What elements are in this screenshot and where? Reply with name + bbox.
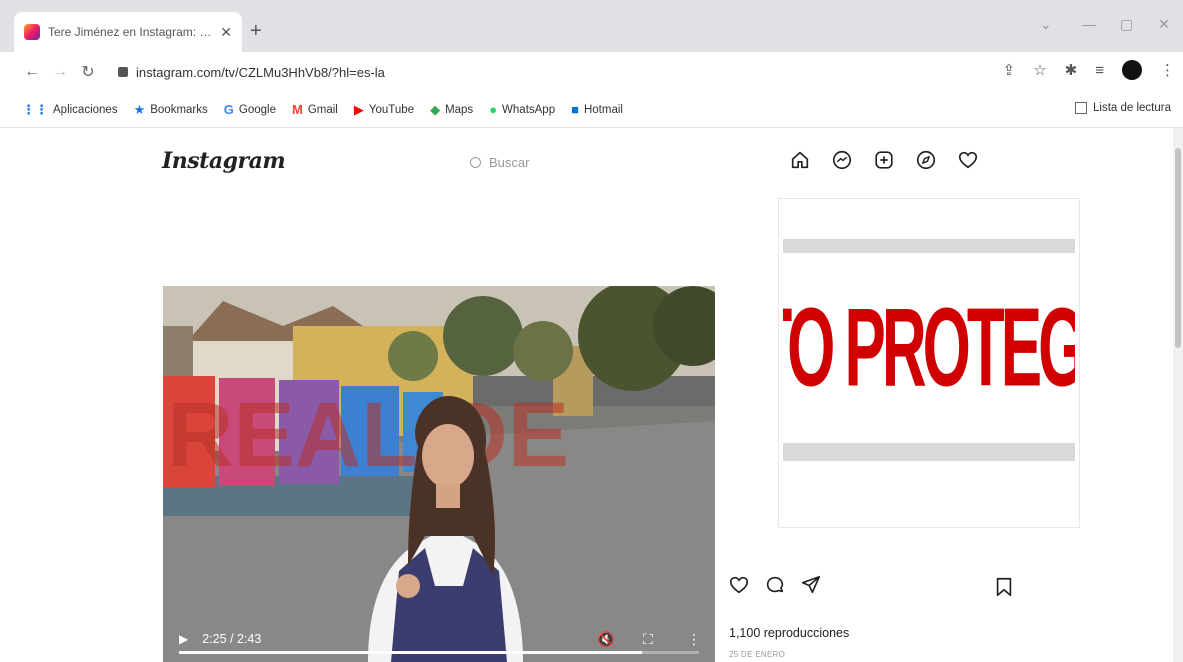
- url-text: instagram.com/tv/CZLMu3HhVb8/?hl=es-la: [136, 64, 385, 80]
- bookmark-label: WhatsApp: [502, 103, 556, 116]
- post-actions: [728, 572, 1028, 602]
- tab-strip: Tere Jiménez en Instagram: "Est ✕ + ⌄ — …: [0, 0, 1183, 52]
- bookmark-whatsapp[interactable]: ● WhatsApp: [489, 102, 555, 117]
- page-scrollbar[interactable]: [1173, 128, 1183, 662]
- search-input[interactable]: Buscar: [470, 148, 630, 176]
- back-arrow-icon[interactable]: ←: [18, 63, 46, 81]
- close-window-icon[interactable]: ✕: [1158, 16, 1170, 33]
- bookmark-label: Gmail: [307, 103, 338, 116]
- bookmark-label: Google: [238, 103, 276, 116]
- browser-toolbar: ← → ↻ instagram.com/tv/CZLMu3HhVb8/?hl=e…: [0, 52, 1183, 92]
- tab-title: Tere Jiménez en Instagram: "Est: [48, 25, 213, 39]
- video-player[interactable]: REAL DE ▶ 2:25 / 2:43 🔇 ⛶ ⋮: [163, 286, 715, 662]
- google-icon: G: [223, 102, 234, 117]
- video-controls: ▶ 2:25 / 2:43 🔇 ⛶ ⋮: [163, 616, 715, 662]
- bookmark-label: Bookmarks: [150, 103, 208, 116]
- browser-menu-icon[interactable]: ⋮: [1160, 61, 1175, 79]
- gmail-icon: M: [291, 102, 303, 117]
- reading-list-button[interactable]: Lista de lectura: [1075, 102, 1171, 114]
- maps-icon: ◆: [430, 101, 441, 117]
- protected-band: DATO PROTEGIDO: [783, 239, 1075, 461]
- bookmark-aplicaciones[interactable]: ⋮⋮ Aplicaciones: [22, 102, 118, 118]
- like-heart-icon[interactable]: [728, 574, 750, 601]
- bookmark-hotmail[interactable]: ■ Hotmail: [571, 102, 623, 117]
- mute-icon[interactable]: 🔇: [597, 631, 614, 648]
- fullscreen-icon[interactable]: ⛶: [643, 631, 653, 648]
- apps-icon: ⋮⋮: [22, 101, 48, 117]
- save-bookmark-icon[interactable]: [994, 576, 1014, 603]
- messenger-icon[interactable]: [830, 148, 854, 172]
- minimize-icon[interactable]: —: [1082, 16, 1096, 32]
- hotmail-icon: ■: [571, 102, 579, 117]
- protected-data-label: DATO PROTEGIDO: [783, 285, 1075, 411]
- address-bar[interactable]: instagram.com/tv/CZLMu3HhVb8/?hl=es-la: [118, 58, 998, 86]
- post-date: 25 DE ENERO: [729, 650, 786, 659]
- bookmark-label: YouTube: [368, 103, 415, 116]
- tab-instagram[interactable]: Tere Jiménez en Instagram: "Est ✕: [14, 12, 242, 52]
- play-icon[interactable]: ▶: [179, 632, 188, 646]
- video-time: 2:25 / 2:43: [202, 632, 262, 646]
- protected-profile-image: DATO PROTEGIDO: [778, 198, 1080, 528]
- reading-list-label: Lista de lectura: [1093, 102, 1171, 114]
- activity-heart-icon[interactable]: [956, 148, 980, 172]
- maximize-icon[interactable]: ▢: [1120, 16, 1133, 33]
- comment-icon[interactable]: [764, 574, 786, 601]
- search-placeholder: Buscar: [489, 154, 530, 170]
- bookmark-label: Hotmail: [583, 103, 623, 116]
- new-tab-button[interactable]: +: [250, 20, 262, 43]
- bookmark-maps[interactable]: ◆ Maps: [430, 102, 473, 118]
- share-send-icon[interactable]: [800, 574, 822, 601]
- reload-icon[interactable]: ↻: [74, 62, 102, 82]
- media-queue-icon[interactable]: ≡: [1095, 62, 1104, 79]
- bookmarks-bar: ⋮⋮ Aplicaciones ★ Bookmarks G Google M Gmail ▶ Yo…: [0, 92, 1183, 128]
- forward-arrow-icon[interactable]: →: [46, 63, 74, 81]
- instagram-favicon-icon: [24, 24, 40, 40]
- lock-icon: [118, 67, 128, 77]
- explore-compass-icon[interactable]: [914, 148, 938, 172]
- bookmark-star-icon[interactable]: ☆: [1033, 61, 1046, 79]
- whatsapp-icon: ●: [489, 102, 498, 117]
- video-frame: REAL DE: [163, 286, 715, 662]
- toolbar-actions: ⇪ ☆ ✱ ≡ ⋮: [1003, 60, 1175, 80]
- window-dropdown-icon[interactable]: ⌄: [1040, 16, 1052, 33]
- profile-avatar-icon[interactable]: [1122, 60, 1142, 80]
- view-count: 1,100 reproducciones: [729, 626, 850, 640]
- video-progress-bar[interactable]: [179, 651, 699, 654]
- instagram-page: Instagram Buscar REAL DE ▶ 2:25 / 2:43 🔇…: [0, 128, 1183, 662]
- bookmark-bookmarks[interactable]: ★ Bookmarks: [134, 102, 208, 118]
- scrollbar-thumb[interactable]: [1175, 148, 1181, 348]
- new-post-icon[interactable]: [872, 148, 896, 172]
- search-icon: [470, 156, 481, 168]
- bookmark-youtube[interactable]: ▶ YouTube: [354, 102, 414, 118]
- bookmark-google[interactable]: G Google: [224, 102, 276, 117]
- video-more-icon[interactable]: ⋮: [687, 631, 701, 648]
- real-de-sign-text: REAL DE: [167, 384, 569, 486]
- home-icon[interactable]: [788, 148, 812, 172]
- tab-close-icon[interactable]: ✕: [220, 24, 232, 41]
- video-progress-fill: [179, 651, 642, 654]
- instagram-logo[interactable]: Instagram: [162, 148, 286, 174]
- bookmark-label: Aplicaciones: [53, 103, 118, 116]
- share-icon[interactable]: ⇪: [1003, 61, 1016, 79]
- browser-chrome: Tere Jiménez en Instagram: "Est ✕ + ⌄ — …: [0, 0, 1183, 128]
- star-icon: ★: [133, 101, 146, 117]
- instagram-nav: [788, 148, 980, 172]
- bookmark-label: Maps: [445, 103, 474, 116]
- youtube-icon: ▶: [353, 101, 364, 117]
- reading-list-icon: [1075, 102, 1087, 114]
- extensions-puzzle-icon[interactable]: ✱: [1065, 61, 1078, 79]
- bookmark-gmail[interactable]: M Gmail: [292, 102, 338, 117]
